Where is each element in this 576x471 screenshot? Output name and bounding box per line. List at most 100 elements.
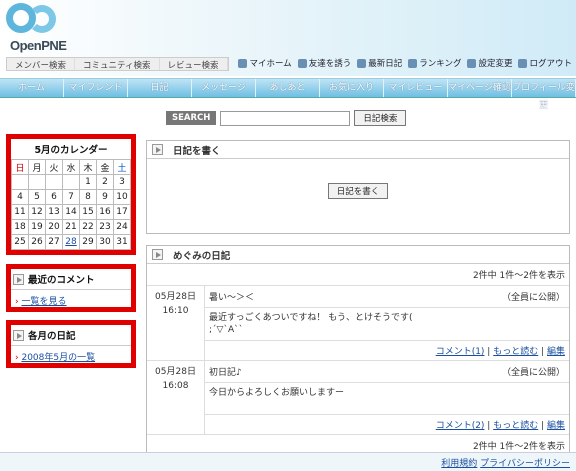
calendar-day[interactable]: 23 — [96, 219, 114, 235]
home-icon — [238, 58, 248, 68]
calendar-day[interactable]: 22 — [79, 219, 97, 235]
entry-text: 最近すっごくあついですね！ もう、とけそうです( ;´▽`A`` — [205, 308, 569, 341]
entry-date: 05月28日 — [155, 367, 196, 377]
nav-myfriend[interactable]: マイフレンド — [64, 79, 128, 97]
calendar-title: 5月のカレンダー — [34, 145, 108, 156]
calendar-day[interactable]: 2 — [96, 174, 114, 190]
entry-scope: （全員に公開） — [501, 368, 565, 378]
settings-link[interactable]: 設定変更 — [467, 57, 512, 69]
entry-title[interactable]: 初日記♪ — [209, 365, 242, 378]
calendar-day[interactable]: 20 — [45, 219, 63, 235]
calendar-table: 日月火水木金土 1 2 3 4 5 6 7 8 9 10 11 12 13 14 15 16 17 18 19 20 21… — [11, 159, 131, 250]
write-diary-header: 日記を書く — [147, 141, 569, 159]
calendar-weekday: 金 — [96, 159, 114, 175]
ranking-link[interactable]: ランキング — [408, 57, 461, 69]
nav-message[interactable]: メッセージ — [192, 79, 256, 97]
calendar-weekday: 火 — [45, 159, 63, 175]
nav-mypage-check[interactable]: マイページ確認 — [448, 79, 512, 97]
calendar-weekday: 日 — [11, 159, 29, 175]
calendar-box: 5月のカレンダー 日月火水木金土 1 2 3 4 5 6 7 8 9 10 11 12 13 14 15 16 1… — [6, 134, 136, 255]
calendar-day[interactable] — [11, 174, 29, 190]
myhome-link[interactable]: マイホーム — [238, 57, 292, 69]
calendar-day[interactable]: 18 — [11, 219, 29, 235]
calendar-day[interactable]: 28 — [62, 234, 80, 250]
diary-search-button[interactable]: 日記検索 — [354, 110, 407, 126]
privacy-link[interactable]: プライバシーポリシー — [480, 459, 570, 469]
entry-scope: （全員に公開） — [501, 293, 565, 303]
calendar-weekday: 土 — [113, 159, 131, 175]
calendar-day[interactable]: 31 — [113, 234, 131, 250]
logout-icon — [518, 58, 528, 68]
nav-myreview[interactable]: マイレビュー — [384, 79, 448, 97]
openpne-logo[interactable]: OpenPNE — [6, 3, 67, 55]
nav-profile-edit[interactable]: プロフィール変更 — [512, 79, 576, 111]
read-more-link[interactable]: もっと読む — [493, 347, 538, 357]
member-search-link[interactable]: メンバー検索 — [7, 58, 76, 71]
community-search-link[interactable]: コミュニティ検索 — [75, 58, 160, 71]
calendar-day[interactable]: 12 — [28, 204, 46, 220]
edit-link[interactable]: 編集 — [547, 347, 565, 357]
entry-time: 16:08 — [162, 381, 189, 391]
calendar-day[interactable]: 11 — [11, 204, 29, 220]
entry-text: 今日からよろしくお願いしますー — [205, 383, 569, 415]
terms-link[interactable]: 利用規約 — [441, 459, 477, 469]
write-diary-button[interactable]: 日記を書く — [327, 183, 389, 199]
edit-link[interactable]: 編集 — [547, 421, 565, 431]
person-icon — [297, 58, 307, 68]
calendar-day[interactable] — [62, 174, 80, 190]
comment-link[interactable]: コメント(2) — [436, 421, 485, 431]
calendar-day[interactable]: 3 — [113, 174, 131, 190]
nav-diary[interactable]: 日記 — [128, 79, 192, 97]
calendar-day[interactable] — [45, 174, 63, 190]
entry-date: 05月28日 — [155, 292, 196, 302]
calendar-day[interactable]: 1 — [79, 174, 97, 190]
nav-favorites[interactable]: お気に入り — [320, 79, 384, 97]
calendar-day[interactable]: 29 — [79, 234, 97, 250]
calendar-day[interactable] — [28, 174, 46, 190]
write-diary-title: 日記を書く — [173, 145, 221, 157]
ranking-icon — [408, 58, 418, 68]
calendar-day[interactable]: 25 — [11, 234, 29, 250]
nav-home[interactable]: ホーム — [0, 79, 64, 97]
calendar-weekday: 水 — [62, 159, 80, 175]
review-search-link[interactable]: レビュー検索 — [160, 58, 228, 71]
calendar-day[interactable]: 9 — [96, 189, 114, 205]
monthly-diary-header: 各月の日記 — [11, 325, 131, 346]
entry-title[interactable]: 暑い～＞＜ — [209, 290, 254, 303]
calendar-day[interactable]: 16 — [96, 204, 114, 220]
calendar-day[interactable]: 13 — [45, 204, 63, 220]
read-more-link[interactable]: もっと読む — [493, 421, 538, 431]
calendar-day[interactable]: 19 — [28, 219, 46, 235]
latest-diary-link[interactable]: 最新日記 — [357, 57, 402, 69]
calendar-day[interactable]: 5 — [28, 189, 46, 205]
calendar-day[interactable]: 7 — [62, 189, 80, 205]
logout-link[interactable]: ログアウト — [518, 57, 572, 69]
calendar-day[interactable]: 10 — [113, 189, 131, 205]
invite-link[interactable]: 友達を誘う — [297, 57, 351, 69]
calendar-day[interactable]: 8 — [79, 189, 97, 205]
diary-header: めぐみの日記 — [147, 246, 569, 264]
calendar-day[interactable]: 21 — [62, 219, 80, 235]
calendar-day[interactable]: 17 — [113, 204, 131, 220]
comment-link[interactable]: コメント(1) — [436, 347, 485, 357]
calendar-day[interactable]: 15 — [79, 204, 97, 220]
entry-body: 暑い～＞＜ （全員に公開） 最近すっごくあついですね！ もう、とけそうです( ;´▽… — [205, 286, 569, 360]
entry-links: コメント(1) | もっと読む | 編集 — [435, 347, 565, 357]
footer: 利用規約 プライバシーポリシー — [0, 452, 576, 471]
calendar-day[interactable]: 30 — [96, 234, 114, 250]
calendar-day[interactable]: 6 — [45, 189, 63, 205]
calendar-day[interactable]: 14 — [62, 204, 80, 220]
recent-comments-link[interactable]: 一覧を見る — [21, 297, 66, 307]
diary-entry: 05月28日 16:10 暑い～＞＜ （全員に公開） 最近すっごくあついですね！ もう、… — [147, 286, 569, 361]
entry-datetime: 05月28日 16:10 — [147, 286, 205, 360]
calendar-day[interactable]: 26 — [28, 234, 46, 250]
calendar-day[interactable]: 4 — [11, 189, 29, 205]
monthly-diary-link[interactable]: 2008年5月の一覧 — [21, 353, 95, 363]
nav-footprints[interactable]: あしあと — [256, 79, 320, 97]
calendar-day[interactable]: 24 — [113, 219, 131, 235]
recent-comments-header: 最近のコメント — [11, 269, 131, 290]
diary-title: めぐみの日記 — [173, 250, 231, 262]
entry-header: 暑い～＞＜ （全員に公開） — [205, 286, 569, 308]
search-input[interactable] — [220, 110, 351, 126]
calendar-day[interactable]: 27 — [45, 234, 63, 250]
